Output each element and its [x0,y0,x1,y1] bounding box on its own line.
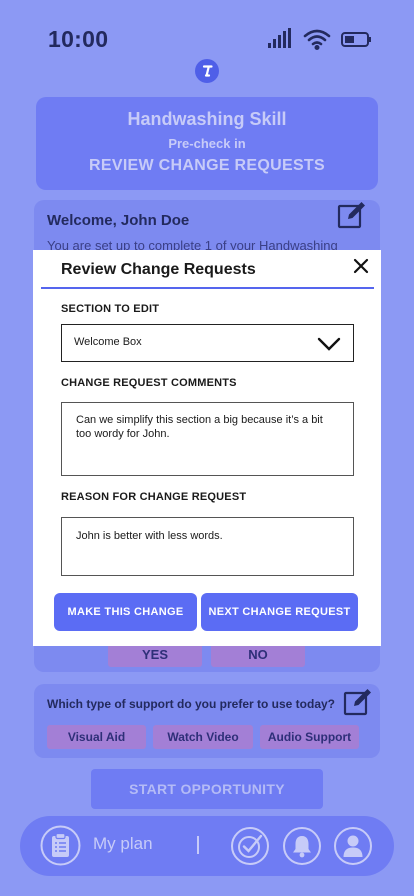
user-icon [343,835,363,857]
chevron-down-icon [317,337,341,351]
support-option-visual-aid[interactable]: Visual Aid [47,725,146,749]
next-change-request-button[interactable]: NEXT CHANGE REQUEST [201,593,358,631]
section-to-edit-select[interactable]: Welcome Box [61,324,354,362]
reason-label: REASON FOR CHANGE REQUEST [61,491,247,503]
skill-mode-tag: REVIEW CHANGE REQUESTS [89,157,325,174]
make-this-change-button[interactable]: MAKE THIS CHANGE [54,593,197,631]
modal-divider [41,287,374,289]
support-option-audio-support[interactable]: Audio Support [260,725,359,749]
nav-profile-button[interactable] [334,827,372,865]
change-request-comments-label: CHANGE REQUEST COMMENTS [61,377,237,389]
signal-icon [268,28,291,48]
wifi-icon [303,29,331,50]
nav-divider [197,836,199,854]
change-request-comments-field[interactable]: Can we simplify this section a big becau… [61,402,354,476]
edit-welcome-icon[interactable] [336,199,368,231]
skill-header-card: Handwashing Skill Pre-check in REVIEW CH… [36,97,378,190]
section-to-edit-label: SECTION TO EDIT [61,303,160,315]
battery-icon [341,32,371,47]
welcome-title: Welcome, John Doe [47,212,190,229]
reason-field[interactable]: John is better with less words. [61,517,354,576]
nav-check-button[interactable] [231,827,269,865]
my-plan-label[interactable]: My plan [93,834,153,854]
clipboard-icon[interactable] [40,825,81,866]
modal-title: Review Change Requests [61,261,256,278]
skill-subtitle: Pre-check in [168,136,246,151]
close-icon[interactable] [351,256,371,276]
support-question: Which type of support do you prefer to u… [47,697,336,711]
yes-button[interactable]: YES [108,643,202,667]
nav-bell-button[interactable] [283,827,321,865]
info-icon[interactable] [195,59,219,83]
checkmark-icon [238,834,263,858]
section-select-value: Welcome Box [74,336,142,348]
status-icons [268,28,371,50]
support-option-watch-video[interactable]: Watch Video [153,725,253,749]
skill-title: Handwashing Skill [127,109,287,129]
no-button[interactable]: NO [211,643,305,667]
edit-support-icon[interactable] [342,686,374,718]
start-opportunity-button[interactable]: START OPPORTUNITY [91,769,323,809]
bell-icon [293,836,311,858]
status-time: 10:00 [48,26,109,52]
